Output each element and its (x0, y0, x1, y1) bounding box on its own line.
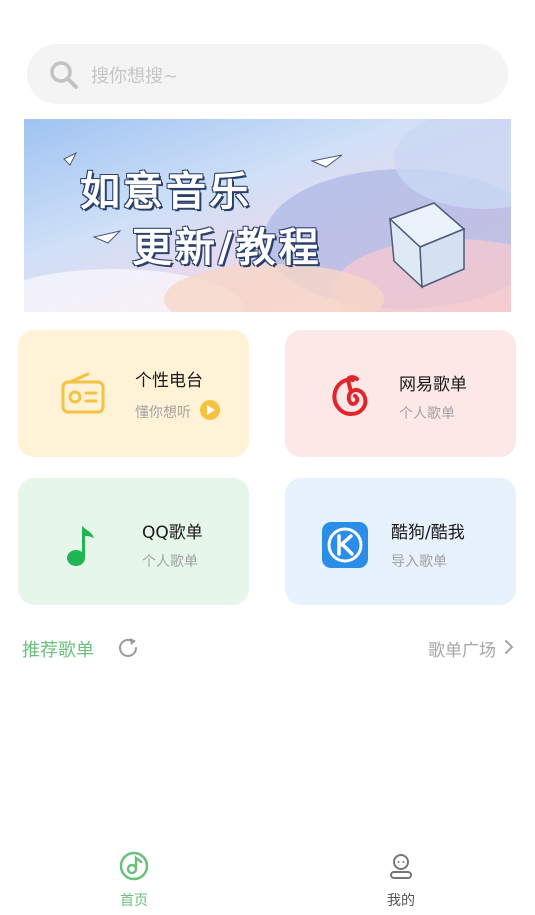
recommend-title: 推荐歌单 (22, 640, 94, 661)
search-bar[interactable]: 搜你想搜~ (27, 44, 508, 104)
card-subtitle: 导入歌单 (391, 554, 447, 570)
card-netease-playlist[interactable]: 网易歌单 个人歌单 (285, 330, 516, 457)
card-title: 网易歌单 (399, 375, 467, 395)
kugou-k-icon (322, 522, 368, 568)
card-subtitle: 懂你想听 (135, 405, 191, 421)
playlist-plaza-link[interactable]: 歌单广场 (428, 636, 496, 661)
tab-home-label: 首页 (120, 893, 148, 909)
card-kugou-kuwo[interactable]: 酷狗/酷我 导入歌单 (285, 478, 516, 605)
tab-home[interactable]: 首页 (74, 850, 194, 910)
banner[interactable]: 如意音乐 更新/教程 (24, 119, 511, 312)
chevron-right-icon[interactable] (503, 639, 515, 655)
qq-music-note-icon (67, 526, 94, 566)
banner-title-line2: 更新/教程 (132, 225, 322, 271)
banner-title-line1: 如意音乐 (80, 169, 252, 215)
user-icon (390, 854, 412, 879)
card-title: QQ歌单 (142, 523, 203, 543)
radio-icon (61, 372, 105, 414)
search-icon (50, 61, 78, 89)
music-disc-icon (119, 851, 149, 881)
card-personal-radio[interactable]: 个性电台 懂你想听 (18, 330, 249, 457)
tab-mine[interactable]: 我的 (341, 850, 461, 910)
search-placeholder: 搜你想搜~ (91, 66, 179, 87)
card-title: 酷狗/酷我 (391, 523, 465, 543)
netease-music-icon (332, 375, 368, 417)
play-icon[interactable] (200, 400, 220, 420)
card-title: 个性电台 (135, 371, 203, 391)
card-subtitle: 个人歌单 (142, 554, 198, 570)
refresh-icon[interactable] (117, 637, 139, 659)
card-subtitle: 个人歌单 (399, 406, 455, 422)
card-qq-playlist[interactable]: QQ歌单 个人歌单 (18, 478, 249, 605)
tab-mine-label: 我的 (387, 893, 415, 909)
